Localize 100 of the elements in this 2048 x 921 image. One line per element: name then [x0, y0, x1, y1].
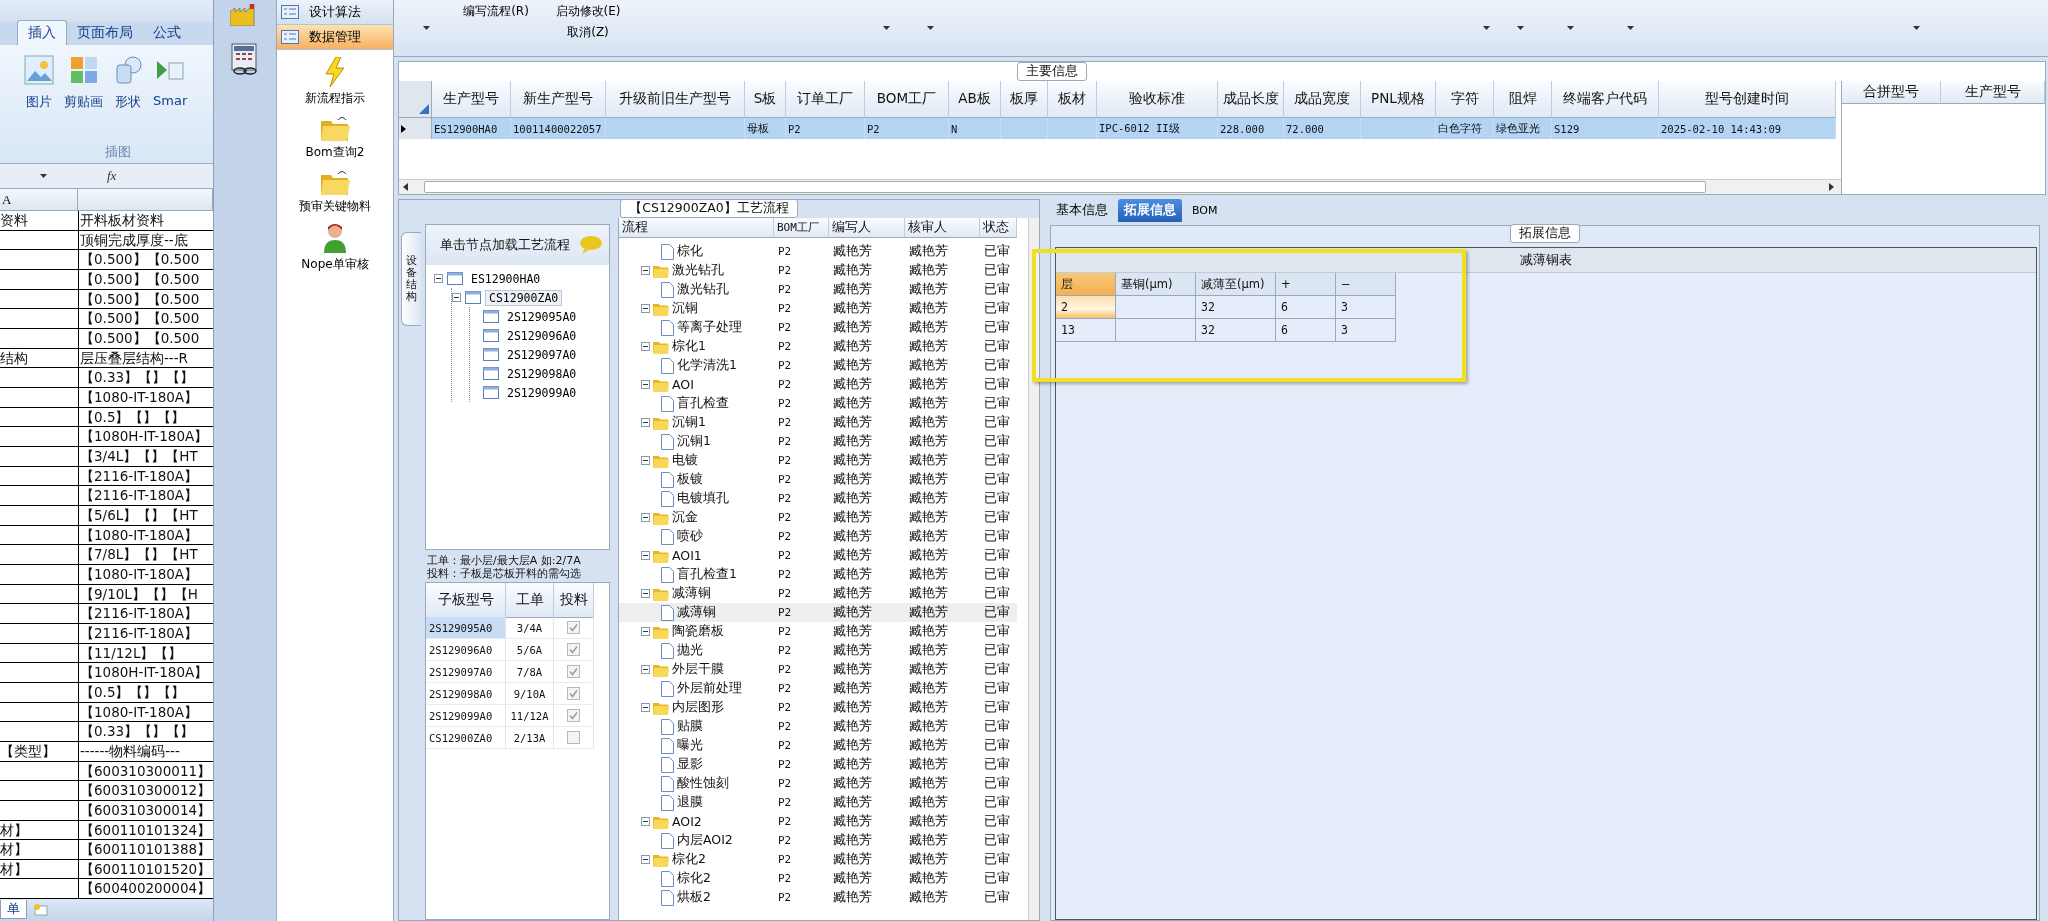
- process-row[interactable]: 显影 P2 臧艳芳 臧艳芳 已审: [619, 755, 1017, 774]
- table-cell[interactable]: 32: [1196, 296, 1276, 319]
- column-header[interactable]: BOM工厂: [865, 81, 949, 118]
- process-row[interactable]: 酸性蚀刻 P2 臧艳芳 臧艳芳 已审: [619, 774, 1017, 793]
- column-header[interactable]: 层: [1056, 273, 1116, 296]
- column-header[interactable]: 终端客户代码: [1552, 81, 1659, 118]
- tab[interactable]: 基本信息: [1050, 198, 1114, 222]
- caret-icon[interactable]: [422, 26, 430, 30]
- process-row[interactable]: 内层图形 P2 臧艳芳 臧艳芳 已审: [619, 698, 1017, 717]
- ribbon-tab[interactable]: 公式: [143, 20, 191, 45]
- tree-node[interactable]: CS12900ZA0: [485, 289, 563, 306]
- column-header[interactable]: 生产型号: [432, 81, 511, 118]
- process-row[interactable]: AOI1 P2 臧艳芳 臧艳芳 已审: [619, 546, 1017, 565]
- collapse-icon[interactable]: [641, 513, 650, 522]
- table-cell[interactable]: 6: [1276, 319, 1336, 342]
- sidebar-item[interactable]: 数据管理: [277, 25, 393, 50]
- caret-icon[interactable]: [40, 173, 47, 178]
- process-row[interactable]: 贴膜 P2 臧艳芳 臧艳芳 已审: [619, 717, 1017, 736]
- process-row[interactable]: 盲孔检查1 P2 臧艳芳 臧艳芳 已审: [619, 565, 1017, 584]
- process-row[interactable]: 减薄铜 P2 臧艳芳 臧艳芳 已审: [619, 584, 1017, 603]
- caret-icon[interactable]: [1483, 26, 1490, 30]
- column-header[interactable]: 基铜(μm): [1116, 273, 1196, 296]
- collapse-icon[interactable]: [641, 342, 650, 351]
- column-header[interactable]: 投料: [554, 583, 594, 618]
- column-header[interactable]: 核审人: [905, 218, 980, 238]
- tool-button[interactable]: Bom查询2: [299, 114, 371, 162]
- caret-icon[interactable]: [1626, 26, 1634, 30]
- collapse-icon[interactable]: [641, 380, 650, 389]
- checkbox[interactable]: [567, 709, 580, 722]
- column-header[interactable]: S板: [745, 81, 786, 118]
- vertical-scrollbar[interactable]: [1028, 218, 1039, 920]
- select-all-icon[interactable]: [419, 104, 429, 114]
- checkbox[interactable]: [567, 665, 580, 678]
- column-header[interactable]: PNL规格: [1361, 81, 1436, 118]
- table-cell[interactable]: 2S129097A0: [426, 661, 506, 683]
- column-header[interactable]: 阻焊: [1494, 81, 1552, 118]
- collapse-icon[interactable]: [641, 817, 650, 826]
- ribbon-tab[interactable]: 页面布局: [67, 20, 143, 45]
- column-header[interactable]: 工单: [506, 583, 554, 618]
- ribbon-button[interactable]: 形状: [111, 48, 145, 143]
- checkbox[interactable]: [567, 687, 580, 700]
- checkbox[interactable]: [567, 731, 580, 744]
- scroll-right-icon[interactable]: [1827, 183, 1835, 191]
- table-cell[interactable]: 2S129095A0: [426, 617, 506, 639]
- column-header[interactable]: 合拼型号: [1842, 81, 1941, 104]
- column-header[interactable]: 编写人: [829, 218, 905, 238]
- collapse-icon[interactable]: [641, 665, 650, 674]
- process-row[interactable]: 沉铜1 P2 臧艳芳 臧艳芳 已审: [619, 413, 1017, 432]
- table-cell[interactable]: 6: [1276, 296, 1336, 319]
- caret-icon[interactable]: [926, 26, 934, 30]
- process-row[interactable]: 激光钻孔 P2 臧艳芳 臧艳芳 已审: [619, 261, 1017, 280]
- column-header[interactable]: 升级前旧生产型号: [606, 81, 745, 118]
- process-row[interactable]: 等离子处理 P2 臧艳芳 臧艳芳 已审: [619, 318, 1017, 337]
- scroll-thumb[interactable]: [424, 181, 1706, 193]
- table-cell[interactable]: 3: [1336, 319, 1396, 342]
- tab[interactable]: BOM: [1186, 200, 1224, 220]
- process-row[interactable]: 棕化2 P2 臧艳芳 臧艳芳 已审: [619, 869, 1017, 888]
- sidebar-item[interactable]: 设计算法: [277, 0, 393, 25]
- process-row[interactable]: 内层AOI2 P2 臧艳芳 臧艳芳 已审: [619, 831, 1017, 850]
- column-header[interactable]: +: [1276, 273, 1336, 296]
- collapse-icon[interactable]: [641, 418, 650, 427]
- process-row[interactable]: 外层干膜 P2 臧艳芳 臧艳芳 已审: [619, 660, 1017, 679]
- checkbox[interactable]: [567, 621, 580, 634]
- collapse-icon[interactable]: [434, 274, 443, 283]
- table-cell[interactable]: 3: [1336, 296, 1396, 319]
- collapse-icon[interactable]: [641, 589, 650, 598]
- column-header[interactable]: 流程: [619, 218, 774, 238]
- tool-button[interactable]: 新流程指示: [299, 56, 371, 108]
- caret-icon[interactable]: [1913, 26, 1920, 30]
- table-cell[interactable]: 2: [1056, 296, 1116, 319]
- collapse-icon[interactable]: [641, 304, 650, 313]
- column-header[interactable]: −: [1336, 273, 1396, 296]
- collapse-icon[interactable]: [641, 266, 650, 275]
- tool-button[interactable]: 预审关键物料: [293, 168, 377, 216]
- process-row[interactable]: 喷砂 P2 臧艳芳 臧艳芳 已审: [619, 527, 1017, 546]
- sheet-tab[interactable]: 单: [0, 900, 27, 920]
- table-cell[interactable]: 2S129096A0: [426, 639, 506, 661]
- tree-node[interactable]: 2S129095A0: [503, 308, 581, 325]
- table-cell[interactable]: CS12900ZA0: [426, 727, 506, 749]
- toolbar-button[interactable]: 取消(Z): [565, 23, 611, 42]
- table-cell[interactable]: 13: [1056, 319, 1116, 342]
- process-row[interactable]: 板镀 P2 臧艳芳 臧艳芳 已审: [619, 470, 1017, 489]
- process-row[interactable]: 化学清洗1 P2 臧艳芳 臧艳芳 已审: [619, 356, 1017, 375]
- tree-node[interactable]: 2S129096A0: [503, 327, 581, 344]
- tree-node[interactable]: 2S129099A0: [503, 384, 581, 401]
- process-row[interactable]: 减薄铜 P2 臧艳芳 臧艳芳 已审: [619, 603, 1017, 622]
- caret-icon[interactable]: [1516, 26, 1524, 30]
- horizontal-scrollbar[interactable]: [399, 179, 1841, 194]
- column-header[interactable]: BOM工厂: [774, 218, 829, 238]
- caret-icon[interactable]: [1566, 26, 1574, 30]
- process-row[interactable]: 退膜 P2 臧艳芳 臧艳芳 已审: [619, 793, 1017, 812]
- column-header[interactable]: AB板: [949, 81, 1001, 118]
- ribbon-button[interactable]: 图片: [22, 48, 56, 143]
- process-row[interactable]: AOI P2 臧艳芳 臧艳芳 已审: [619, 375, 1017, 394]
- tab[interactable]: 拓展信息: [1118, 198, 1182, 222]
- column-header[interactable]: 成品长度: [1218, 81, 1284, 118]
- table-cell[interactable]: 2S129098A0: [426, 683, 506, 705]
- table-cell[interactable]: 32: [1196, 319, 1276, 342]
- column-header[interactable]: 字符: [1436, 81, 1494, 118]
- column-header[interactable]: 子板型号: [426, 583, 506, 618]
